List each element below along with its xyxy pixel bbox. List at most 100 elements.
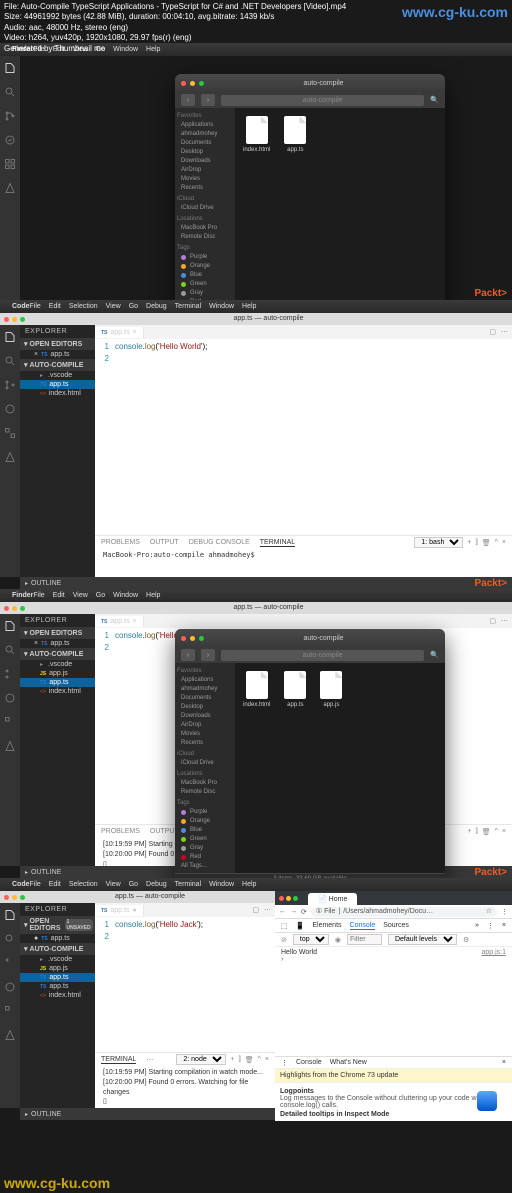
close-icon[interactable]: × xyxy=(502,922,506,929)
panel-tab[interactable]: OUTPUT xyxy=(150,539,179,547)
close-icon[interactable]: × xyxy=(502,1059,506,1066)
finder-window[interactable]: auto-compile ‹›auto-compile🔍 Favorites A… xyxy=(175,629,445,884)
debug-icon[interactable] xyxy=(4,981,16,995)
vscode-activity-bar[interactable] xyxy=(0,614,20,866)
live-icon[interactable]: ◉ xyxy=(335,936,341,944)
filter-field[interactable] xyxy=(347,934,382,945)
more-icon[interactable]: ⋯ xyxy=(501,328,508,336)
browser-toolbar[interactable]: ← → ⟳ ① File | /Users/ahmadmohey/Docu…☆ … xyxy=(275,905,512,919)
sidebar-item[interactable]: iCloud Drive xyxy=(177,204,233,213)
open-editors-section[interactable]: ▾ OPEN EDITORS xyxy=(20,338,95,350)
file-item[interactable]: index.html xyxy=(243,671,270,708)
close-icon[interactable] xyxy=(181,81,186,86)
close-icon[interactable] xyxy=(4,317,9,322)
azure-icon[interactable] xyxy=(4,1029,16,1043)
source-control-icon[interactable] xyxy=(4,110,16,124)
forward-button[interactable]: › xyxy=(201,94,215,106)
sidebar-item[interactable]: Desktop xyxy=(177,148,233,157)
maximize-icon[interactable]: ^ xyxy=(495,539,498,546)
search-icon[interactable] xyxy=(4,933,16,947)
panel-tab[interactable]: TERMINAL xyxy=(260,539,295,547)
terminal[interactable]: MacBook-Pro:auto-compile ahmadmohey$ xyxy=(95,549,512,577)
finder-titlebar[interactable]: auto-compile xyxy=(175,74,445,92)
devtools[interactable]: ⬚ 📱 Elements Console Sources » ⋮ × ⊘ top… xyxy=(275,919,512,1121)
code-editor[interactable]: 1console.log('Hello World'); 2 xyxy=(95,339,512,535)
devtools-tab[interactable]: Sources xyxy=(383,922,409,929)
drawer-tab[interactable]: ⋮ xyxy=(281,1059,288,1067)
trash-icon[interactable]: 🗑 xyxy=(482,539,491,547)
minimize-icon[interactable] xyxy=(286,896,291,901)
extensions-icon[interactable] xyxy=(4,427,16,441)
outline-section[interactable]: OUTLINE xyxy=(20,577,512,589)
search-icon[interactable] xyxy=(4,86,16,100)
debug-icon[interactable] xyxy=(4,692,16,706)
sidebar-item[interactable]: Documents xyxy=(177,139,233,148)
minimize-icon[interactable] xyxy=(12,317,17,322)
console-output[interactable]: Hello World app.js:1 › xyxy=(275,947,512,1056)
debug-icon[interactable] xyxy=(4,403,16,417)
search-icon[interactable]: 🔍 xyxy=(430,96,439,104)
panel-tab[interactable]: PROBLEMS xyxy=(101,539,140,547)
split-icon[interactable]: ▢ xyxy=(489,328,496,336)
sidebar-item[interactable]: Recents xyxy=(177,184,233,193)
explorer-sidebar[interactable]: EXPLORER ▾ OPEN EDITORS × app.ts ▾ AUTO-… xyxy=(20,325,95,577)
address-bar[interactable]: ① File | /Users/ahmadmohey/Docu…☆ xyxy=(311,907,497,917)
browser-tab[interactable]: 📄 Home xyxy=(308,893,357,905)
tree-item[interactable]: .vscode xyxy=(20,371,95,380)
drawer-tab[interactable]: What's New xyxy=(330,1059,367,1066)
tag[interactable]: Gray xyxy=(177,289,233,298)
close-icon[interactable]: × xyxy=(132,329,136,336)
azure-icon[interactable] xyxy=(4,451,16,465)
mac-menubar[interactable]: Finder FileEdit ViewGo WindowHelp xyxy=(0,589,512,602)
editor-area[interactable]: app.ts ● ▢⋯ 1console.log('Hello Jack'); … xyxy=(95,903,275,1108)
explorer-sidebar[interactable]: EXPLORER ▾ OPEN EDITORS 1 UNSAVED ● app.… xyxy=(20,903,95,1108)
context-select[interactable]: top xyxy=(293,934,329,945)
tag[interactable]: Purple xyxy=(177,253,233,262)
file-item[interactable]: app.ts xyxy=(284,671,306,708)
files-icon[interactable] xyxy=(4,331,16,345)
files-icon[interactable] xyxy=(4,62,16,76)
sidebar-item[interactable]: Applications xyxy=(177,121,233,130)
browser-tabbar[interactable]: 📄 Home xyxy=(275,891,512,905)
more-icon[interactable]: » xyxy=(475,922,479,929)
shell-select[interactable]: 1: bash xyxy=(414,537,463,548)
finder-content[interactable]: index.html app.ts xyxy=(235,108,445,221)
source-control-icon[interactable] xyxy=(4,957,16,971)
tag[interactable]: Blue xyxy=(177,271,233,280)
files-icon[interactable] xyxy=(4,620,16,634)
split-terminal-icon[interactable]: ⫿ xyxy=(475,539,477,547)
explorer-sidebar[interactable]: EXPLORER ▾ OPEN EDITORS × app.ts ▾ AUTO-… xyxy=(20,614,95,866)
azure-icon[interactable] xyxy=(4,182,16,196)
back-button[interactable]: ‹ xyxy=(181,94,195,106)
file-item[interactable]: app.js xyxy=(320,671,342,708)
new-terminal-icon[interactable]: + xyxy=(467,539,471,546)
project-section[interactable]: ▾ AUTO-COMPILE xyxy=(20,359,95,371)
sidebar-item[interactable]: Movies xyxy=(177,175,233,184)
mac-menubar[interactable]: Code FileEdit SelectionView GoDebug Term… xyxy=(0,878,512,891)
finder-window[interactable]: auto-compile ‹ › auto-compile 🔍 Favorite… xyxy=(175,74,445,329)
source-control-icon[interactable] xyxy=(4,379,16,393)
editor-tab[interactable]: app.ts × xyxy=(95,327,144,338)
panel-tabs[interactable]: PROBLEMS OUTPUT DEBUG CONSOLE TERMINAL 1… xyxy=(95,535,512,549)
source-control-icon[interactable] xyxy=(4,668,16,682)
zoom-icon[interactable] xyxy=(293,896,298,901)
tree-item[interactable]: index.html xyxy=(20,389,95,398)
file-item[interactable]: index.html xyxy=(243,116,270,153)
extensions-icon[interactable] xyxy=(4,1005,16,1019)
search-icon[interactable] xyxy=(4,644,16,658)
files-icon[interactable] xyxy=(4,909,16,923)
device-icon[interactable]: 📱 xyxy=(296,922,305,930)
inspect-icon[interactable]: ⬚ xyxy=(281,922,288,930)
safari-dock-icon[interactable] xyxy=(477,1091,497,1111)
debug-icon[interactable] xyxy=(4,134,16,148)
file-item[interactable]: app.ts xyxy=(284,116,306,153)
azure-icon[interactable] xyxy=(4,740,16,754)
extensions-icon[interactable] xyxy=(4,716,16,730)
forward-icon[interactable]: → xyxy=(290,908,297,915)
zoom-icon[interactable] xyxy=(199,81,204,86)
back-icon[interactable]: ← xyxy=(279,908,286,915)
minimize-icon[interactable] xyxy=(190,81,195,86)
panel-tab[interactable]: DEBUG CONSOLE xyxy=(189,539,250,547)
open-editor-item[interactable]: × app.ts xyxy=(20,350,95,359)
tag[interactable]: Green xyxy=(177,280,233,289)
